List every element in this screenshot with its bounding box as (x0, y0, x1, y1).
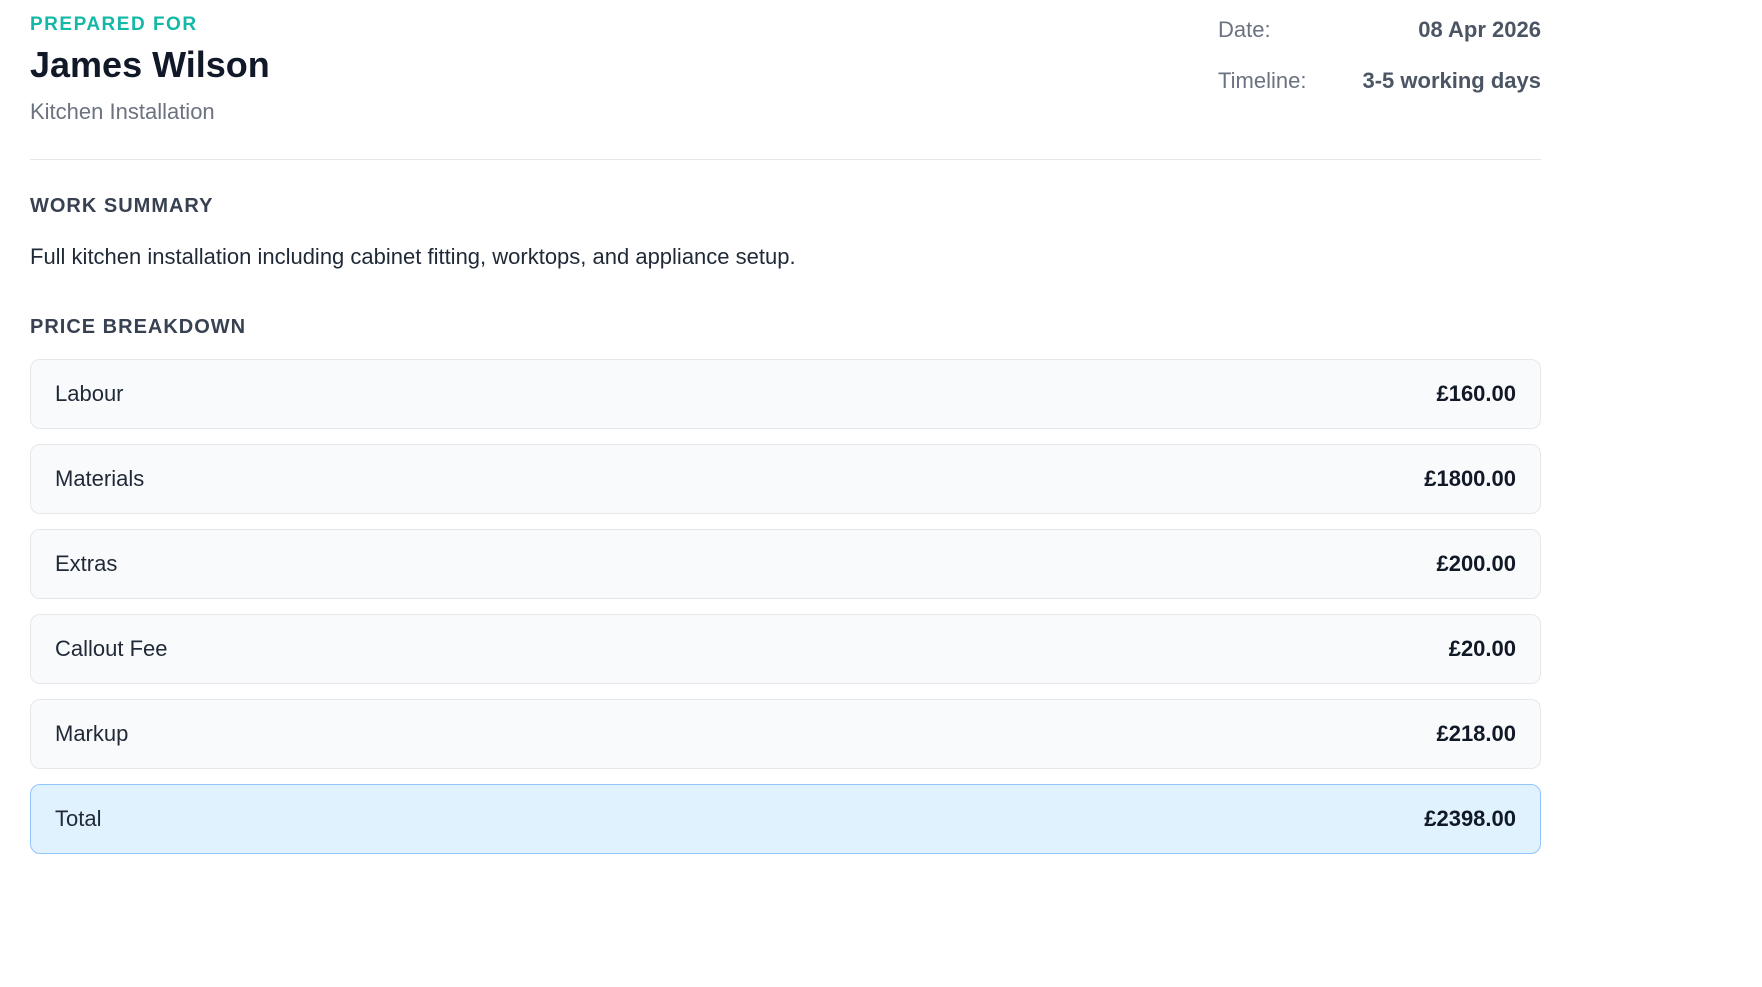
price-row-labour: Labour £160.00 (30, 359, 1541, 429)
price-row-label: Callout Fee (55, 636, 168, 661)
price-row-extras: Extras £200.00 (30, 529, 1541, 599)
date-label: Date: (1218, 17, 1271, 42)
timeline-row: Timeline: 3-5 working days (1218, 68, 1541, 119)
price-row-markup: Markup £218.00 (30, 699, 1541, 769)
total-amount: £2398.00 (1424, 806, 1516, 831)
date-row: Date: 08 Apr 2026 (1218, 17, 1541, 68)
timeline-value: 3-5 working days (1362, 68, 1541, 93)
price-row-callout-fee: Callout Fee £20.00 (30, 614, 1541, 684)
price-row-label: Extras (55, 551, 118, 576)
price-row-label: Materials (55, 466, 145, 491)
price-row-amount: £200.00 (1436, 551, 1516, 576)
project-type: Kitchen Installation (30, 99, 215, 124)
price-row-total: Total £2398.00 (30, 784, 1541, 854)
quote-meta: Date: 08 Apr 2026 Timeline: 3-5 working … (1218, 17, 1541, 119)
price-row-materials: Materials £1800.00 (30, 444, 1541, 514)
client-name: James Wilson (30, 44, 270, 85)
price-row-amount: £1800.00 (1424, 466, 1516, 491)
work-summary-heading: WORK SUMMARY (30, 195, 214, 217)
timeline-label: Timeline: (1218, 68, 1307, 93)
prepared-for-label: PREPARED FOR (30, 14, 198, 35)
price-row-label: Labour (55, 381, 124, 406)
price-row-label: Markup (55, 721, 129, 746)
quote-document: PREPARED FOR James Wilson Kitchen Instal… (30, 0, 1541, 854)
quote-header: PREPARED FOR James Wilson Kitchen Instal… (30, 0, 1541, 160)
price-row-amount: £218.00 (1436, 721, 1516, 746)
total-label: Total (55, 806, 102, 831)
price-row-amount: £20.00 (1448, 636, 1516, 661)
date-value: 08 Apr 2026 (1418, 17, 1541, 42)
work-summary-text: Full kitchen installation including cabi… (30, 244, 796, 269)
price-row-amount: £160.00 (1436, 381, 1516, 406)
price-breakdown-list: Labour £160.00 Materials £1800.00 Extras… (30, 359, 1541, 869)
price-breakdown-heading: PRICE BREAKDOWN (30, 316, 247, 338)
